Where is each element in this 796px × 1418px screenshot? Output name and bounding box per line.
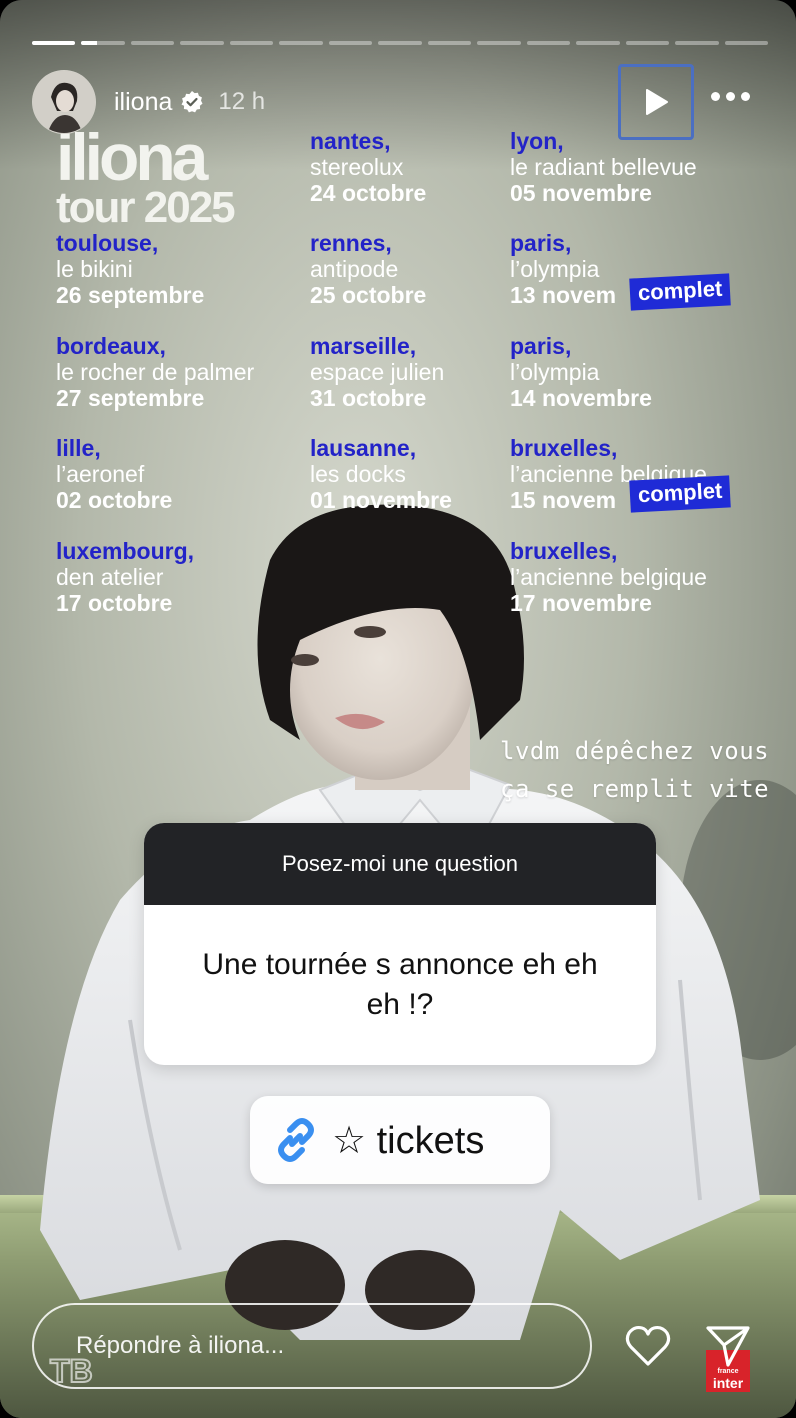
tour-hall: l’olympia — [510, 256, 600, 282]
tour-city: bordeaux, — [56, 333, 166, 359]
progress-segment — [378, 41, 422, 45]
more-icon-dot — [741, 92, 750, 101]
progress-fill — [32, 41, 76, 45]
avatar[interactable] — [32, 70, 96, 134]
tour-city: paris, — [510, 230, 572, 256]
tour-hall: l’ancienne belgique — [510, 564, 707, 590]
progress-segment — [328, 41, 373, 45]
tour-date: 31 octobre — [310, 385, 427, 411]
tickets-link-label: ☆ tickets — [332, 1119, 485, 1162]
tour-date: 25 octobre — [310, 282, 427, 308]
play-button[interactable] — [618, 64, 694, 140]
play-icon — [646, 89, 668, 115]
tour-date: 17 novembre — [510, 590, 652, 616]
more-icon-dot — [711, 92, 720, 101]
question-sticker-answer: Une tournée s annonce eh eh eh !? — [202, 948, 598, 1021]
tour-date: lausanne, les docks 01 novembre — [310, 435, 452, 513]
tour-date: lille, l’aeronef 02 octobre — [56, 435, 172, 513]
tour-hall: stereolux — [310, 154, 404, 180]
heart-icon — [625, 1325, 671, 1366]
tour-date: 24 octobre — [310, 180, 427, 206]
tour-hall: den atelier — [56, 564, 164, 590]
progress-segment — [180, 41, 224, 45]
poster-brand: iliona tour 2025 — [56, 124, 236, 232]
share-button[interactable] — [702, 1320, 754, 1372]
progress-segment — [32, 41, 76, 45]
tour-city: bruxelles, — [510, 538, 618, 564]
tour-hall: le radiant bellevue — [510, 154, 697, 180]
tour-date: paris, l’olympia 14 novembre — [510, 333, 652, 411]
progress-segment — [427, 41, 472, 45]
timestamp: 12 h — [218, 88, 266, 115]
note-line: ça se remplit vite — [500, 775, 770, 803]
story-progress — [32, 41, 769, 45]
username[interactable]: iliona — [114, 88, 172, 117]
france-inter-text: inter — [712, 1375, 744, 1391]
tour-city: bruxelles, — [510, 435, 618, 461]
tour-date: paris, l’olympia 13 novem — [510, 230, 616, 308]
tour-hall: les docks — [310, 461, 406, 487]
avatar-image — [33, 71, 95, 133]
story-frame: iliona 12 h iliona tour 2025 toulouse, le… — [0, 0, 796, 1418]
progress-fill — [81, 41, 97, 45]
tour-city: rennes, — [310, 230, 392, 256]
tour-date: rennes, antipode 25 octobre — [310, 230, 426, 308]
more-options-button[interactable] — [711, 92, 750, 101]
question-sticker[interactable]: Posez-moi une question Une tournée s ann… — [144, 823, 656, 1065]
tour-city: lausanne, — [310, 435, 417, 461]
tickets-link-sticker[interactable]: ☆ tickets — [250, 1096, 550, 1184]
tour-hall: espace julien — [310, 359, 445, 385]
progress-segment — [576, 41, 620, 45]
tour-hall: le bikini — [56, 256, 133, 282]
tour-date: 01 novembre — [310, 487, 452, 513]
send-icon — [706, 1326, 750, 1367]
brand-tour: tour 2025 — [56, 183, 236, 232]
tour-city: toulouse, — [56, 230, 159, 256]
progress-segment — [229, 41, 274, 45]
sold-out-badge: complet — [629, 475, 732, 513]
tour-date: 14 novembre — [510, 385, 652, 411]
tour-hall: le rocher de palmer — [56, 359, 255, 385]
link-icon — [278, 1118, 314, 1162]
tour-date: marseille, espace julien 31 octobre — [310, 333, 444, 411]
tour-date: luxembourg, den atelier 17 octobre — [56, 538, 194, 616]
tour-hall: l’olympia — [510, 359, 600, 385]
sold-out-badge: complet — [629, 273, 732, 311]
progress-segment — [477, 41, 521, 45]
like-button[interactable] — [622, 1320, 674, 1372]
tour-city: marseille, — [310, 333, 417, 359]
more-icon-dot — [726, 92, 735, 101]
tour-city: paris, — [510, 333, 572, 359]
tour-date: 05 novembre — [510, 180, 652, 206]
note-line: lvdm dépêchez vous — [500, 737, 770, 765]
tour-date: 27 septembre — [56, 385, 205, 411]
tour-hall: antipode — [310, 256, 399, 282]
tour-hall: l’aeronef — [56, 461, 145, 487]
reply-bar — [32, 1303, 592, 1389]
tour-date: bruxelles, l’ancienne belgique 17 novembre — [510, 538, 707, 616]
tour-date: 13 novem — [510, 282, 617, 308]
progress-segment — [675, 41, 719, 45]
tour-date: bordeaux, le rocher de palmer 27 septembre — [56, 333, 254, 411]
progress-segment — [625, 41, 670, 45]
verified-badge-icon — [181, 91, 203, 113]
progress-segment — [724, 41, 769, 45]
progress-segment — [526, 41, 571, 45]
progress-segment — [279, 41, 323, 45]
tour-city: luxembourg, — [56, 538, 195, 564]
progress-segment — [81, 41, 125, 45]
reply-input[interactable] — [76, 1332, 590, 1360]
question-sticker-header: Posez-moi une question — [144, 823, 656, 905]
progress-segment — [130, 41, 175, 45]
story-header: iliona 12 h — [32, 64, 768, 140]
tour-date: 17 octobre — [56, 590, 173, 616]
handwritten-note: lvdm dépêchez vous ça se remplit vite — [500, 732, 769, 808]
tour-date: 02 octobre — [56, 487, 173, 513]
tour-date: 26 septembre — [56, 282, 205, 308]
tour-city: lille, — [56, 435, 101, 461]
tour-date: nantes, stereolux 24 octobre — [310, 128, 426, 206]
tour-date: toulouse, le bikini 26 septembre — [56, 230, 204, 308]
